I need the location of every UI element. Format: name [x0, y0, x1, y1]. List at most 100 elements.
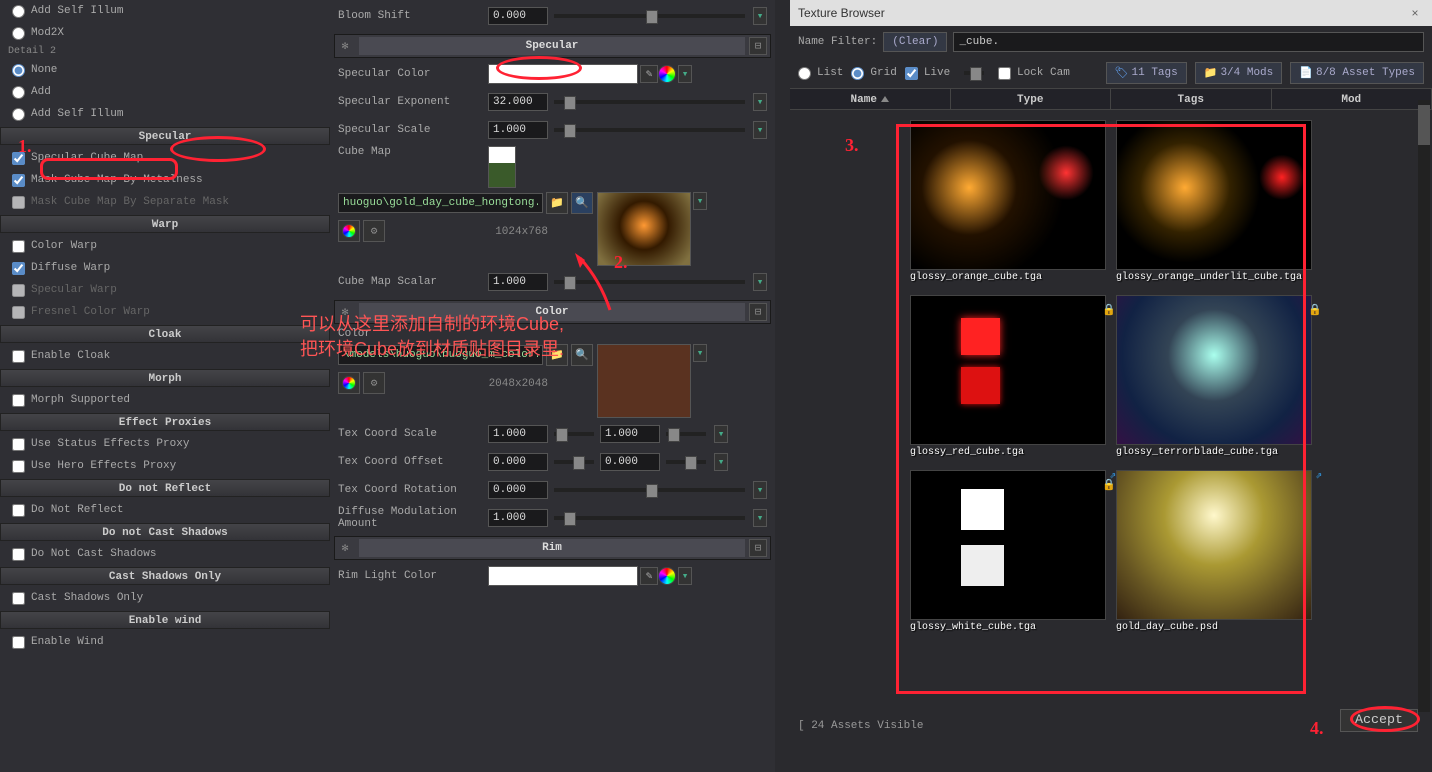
scrollbar[interactable]	[1418, 100, 1430, 712]
check-do-not-reflect[interactable]	[12, 504, 25, 517]
check-mask-cube-map-by-separate-mask[interactable]	[12, 196, 25, 209]
texture-gold_day_cube.psd[interactable]: gold_day_cube.psd ⇗	[1116, 470, 1312, 635]
mid-panel: Bloom Shift ▾ ✻ Specular ⊟ Specular Colo…	[330, 0, 775, 772]
texture-glossy_orange_cube.tga[interactable]: glossy_orange_cube.tga	[910, 120, 1106, 285]
name-filter-label: Name Filter:	[798, 36, 877, 48]
folder-icon[interactable]: 📁	[546, 192, 568, 214]
folder-icon[interactable]: 📁	[546, 344, 568, 366]
col-name[interactable]: Name	[790, 89, 951, 109]
section-enable-wind: Enable wind	[0, 611, 330, 629]
check-specular-cube-map[interactable]	[12, 152, 25, 165]
clear-button[interactable]: (Clear)	[883, 32, 947, 52]
gear-icon[interactable]: ✻	[335, 36, 355, 56]
section-cloak: Cloak	[0, 325, 330, 343]
check-enable-wind[interactable]	[12, 636, 25, 649]
check-use-status-effects-proxy[interactable]	[12, 438, 25, 451]
grid-mode-radio[interactable]	[851, 67, 864, 80]
color-path-input[interactable]	[338, 345, 543, 365]
specular-color-row: Specular Color ✎ ▾	[338, 62, 767, 86]
check-morph-supported[interactable]	[12, 394, 25, 407]
bloom-shift-slider[interactable]	[554, 14, 745, 18]
check-fresnel-color-warp[interactable]	[12, 306, 25, 319]
lock-cam-checkbox[interactable]	[998, 67, 1011, 80]
collapse-icon[interactable]: ⊟	[749, 303, 767, 321]
specular-exponent-slider[interactable]	[554, 100, 745, 104]
collapse-icon[interactable]: ⊟	[749, 37, 767, 55]
color-wheel-icon[interactable]	[658, 65, 676, 83]
dropdown-icon[interactable]: ▾	[678, 65, 692, 83]
texture-glossy_white_cube.tga[interactable]: glossy_white_cube.tga ⇗ 🔒	[910, 470, 1106, 635]
section-effect-proxies: Effect Proxies	[0, 413, 330, 431]
detail2-group: Detail 2	[0, 44, 330, 59]
list-mode-radio[interactable]	[798, 67, 811, 80]
left-panel: Add Self IllumMod2X Detail 2 NoneAddAdd …	[0, 0, 330, 772]
radio-mod2x[interactable]	[12, 27, 25, 40]
table-header: Name Type Tags Mod	[790, 88, 1432, 110]
col-mod[interactable]: Mod	[1272, 89, 1432, 109]
section-do-not-cast-shadows: Do not Cast Shadows	[0, 523, 330, 541]
asset-types-button[interactable]: 📄8/8 Asset Types	[1290, 62, 1424, 84]
sort-asc-icon	[881, 96, 889, 102]
bloom-shift-input[interactable]	[488, 7, 548, 25]
eyedropper-icon[interactable]: ✎	[640, 567, 658, 585]
texture-thumb	[910, 120, 1106, 270]
gear-icon[interactable]: ✻	[335, 302, 355, 322]
name-filter-input[interactable]	[953, 32, 1424, 52]
texture-glossy_terrorblade_cube.tga[interactable]: glossy_terrorblade_cube.tga 🔒	[1116, 295, 1312, 460]
check-cast-shadows-only[interactable]	[12, 592, 25, 605]
specular-exponent-input[interactable]	[488, 93, 548, 111]
radio-add-self-illum[interactable]	[12, 108, 25, 121]
specular-scale-input[interactable]	[488, 121, 548, 139]
specular-color-swatch[interactable]	[488, 64, 638, 84]
live-checkbox[interactable]	[905, 67, 918, 80]
texture-browser-panel: Texture Browser × Name Filter: (Clear) L…	[790, 0, 1432, 772]
texture-thumb	[910, 470, 1106, 620]
texture-glossy_red_cube.tga[interactable]: glossy_red_cube.tga 🔒	[910, 295, 1106, 460]
lock-icon: 🔒	[1102, 303, 1116, 317]
check-specular-warp[interactable]	[12, 284, 25, 297]
accept-button[interactable]: Accept	[1340, 709, 1418, 732]
texture-label: glossy_terrorblade_cube.tga	[1116, 445, 1312, 460]
zoom-slider[interactable]	[964, 71, 984, 75]
cubemap-preview-small	[488, 146, 516, 188]
color-icon[interactable]	[338, 220, 360, 242]
radio-add[interactable]	[12, 86, 25, 99]
check-enable-cloak[interactable]	[12, 350, 25, 363]
gear-icon[interactable]: ⚙	[363, 372, 385, 394]
rim-color-swatch[interactable]	[488, 566, 638, 586]
cubemap-path-input[interactable]	[338, 193, 543, 213]
dropdown-icon[interactable]: ▾	[753, 7, 767, 25]
col-tags[interactable]: Tags	[1111, 89, 1272, 109]
close-icon[interactable]: ×	[1406, 0, 1424, 26]
lock-icon: 🔒	[1102, 478, 1116, 492]
mods-button[interactable]: 📁3/4 Mods	[1195, 62, 1283, 84]
radio-add-self-illum[interactable]	[12, 5, 25, 18]
magnify-icon[interactable]: 🔍	[571, 344, 593, 366]
col-type[interactable]: Type	[951, 89, 1112, 109]
check-do-not-cast-shadows[interactable]	[12, 548, 25, 561]
check-use-hero-effects-proxy[interactable]	[12, 460, 25, 473]
radio-none[interactable]	[12, 64, 25, 77]
rim-section-header[interactable]: ✻ Rim ⊟	[334, 536, 771, 560]
section-warp: Warp	[0, 215, 330, 233]
texture-label: gold_day_cube.psd	[1116, 620, 1312, 635]
eyedropper-icon[interactable]: ✎	[640, 65, 658, 83]
texture-label: glossy_orange_cube.tga	[910, 270, 1106, 285]
texture-glossy_orange_underlit_cube.tga[interactable]: glossy_orange_underlit_cube.tga	[1116, 120, 1312, 285]
check-diffuse-warp[interactable]	[12, 262, 25, 275]
color-icon[interactable]	[338, 372, 360, 394]
texture-label: glossy_orange_underlit_cube.tga	[1116, 270, 1312, 285]
gear-icon[interactable]: ⚙	[363, 220, 385, 242]
cubemap-thumb	[597, 192, 691, 266]
check-mask-cube-map-by-metalness[interactable]	[12, 174, 25, 187]
window-titlebar: Texture Browser ×	[790, 0, 1432, 26]
color-wheel-icon[interactable]	[658, 567, 676, 585]
check-color-warp[interactable]	[12, 240, 25, 253]
texture-label: glossy_white_cube.tga	[910, 620, 1106, 635]
color-section-header[interactable]: ✻ Color ⊟	[334, 300, 771, 324]
texture-thumb	[1116, 295, 1312, 445]
texture-thumb	[1116, 120, 1312, 270]
tags-button[interactable]: 🏷11 Tags	[1106, 62, 1187, 84]
specular-section-header[interactable]: ✻ Specular ⊟	[334, 34, 771, 58]
magnify-icon[interactable]: 🔍	[571, 192, 593, 214]
